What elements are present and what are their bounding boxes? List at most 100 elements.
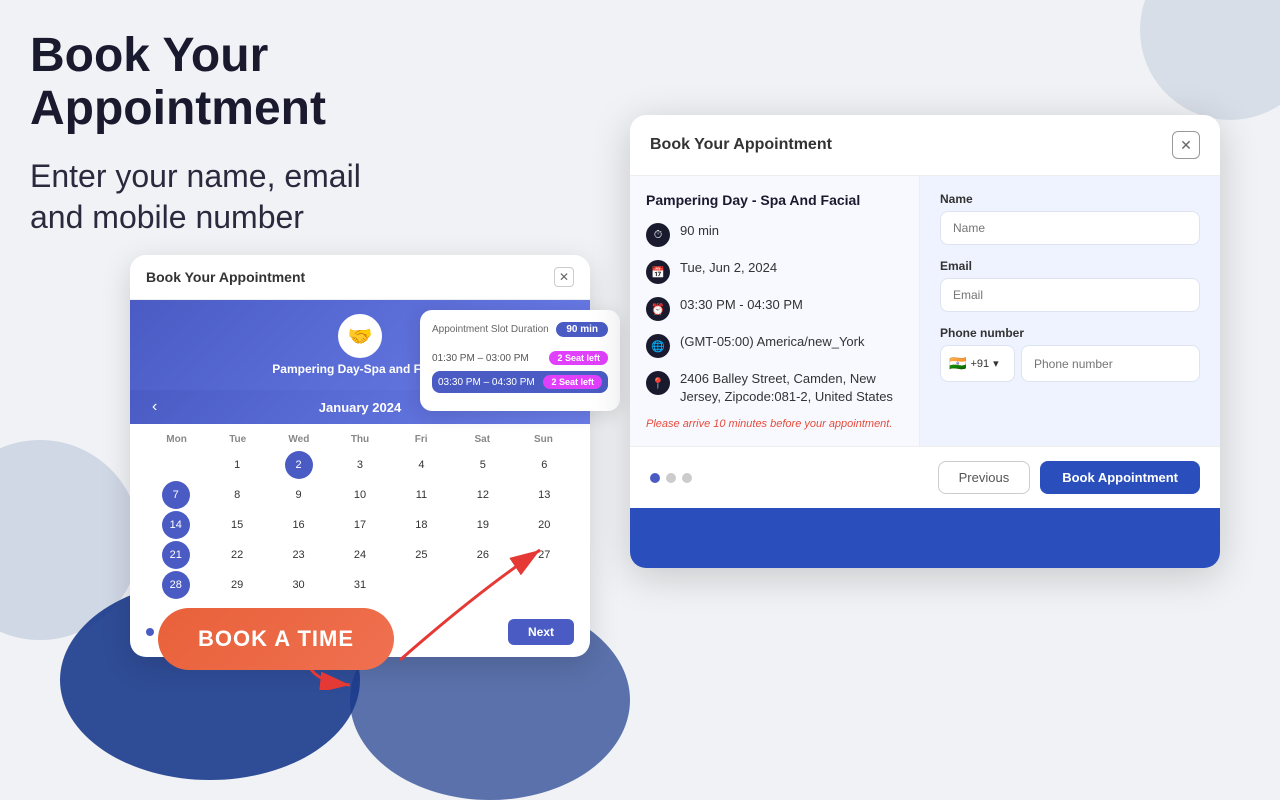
calendar-day[interactable]: 5: [469, 451, 497, 479]
book-time-button[interactable]: BOOK A TIME: [158, 608, 394, 670]
calendar-day[interactable]: 20: [530, 511, 558, 539]
detail-duration: 90 min: [680, 222, 719, 240]
calendar-day[interactable]: 10: [346, 481, 374, 509]
prev-month-button[interactable]: ‹: [146, 396, 163, 418]
calendar-day[interactable]: 15: [223, 511, 251, 539]
calendar-day[interactable]: 26: [469, 541, 497, 569]
calendar-day[interactable]: 29: [223, 571, 251, 599]
calendar-day: [162, 451, 190, 479]
step-dot-1: [146, 628, 154, 636]
footer-step-dots: [650, 473, 692, 483]
footer-dot-2: [666, 473, 676, 483]
calendar-modal-title: Book Your Appointment: [146, 269, 305, 285]
appointment-details: Pampering Day - Spa And Facial ⏱ 90 min …: [630, 176, 920, 446]
slot-duration-badge: 90 min: [556, 322, 608, 337]
detail-row-address: 📍 2406 Balley Street, Camden, New Jersey…: [646, 370, 903, 406]
calendar-day[interactable]: 6: [530, 451, 558, 479]
calendar-day[interactable]: 12: [469, 481, 497, 509]
previous-button[interactable]: Previous: [938, 461, 1031, 494]
calendar-day[interactable]: 24: [346, 541, 374, 569]
calendar-day[interactable]: 13: [530, 481, 558, 509]
calendar-day[interactable]: 30: [285, 571, 313, 599]
calendar-day[interactable]: 1: [223, 451, 251, 479]
phone-group: Phone number 🇮🇳 +91 ▾: [940, 326, 1200, 382]
detail-row-timezone: 🌐 (GMT-05:00) America/new_York: [646, 333, 903, 358]
calendar-day[interactable]: 9: [285, 481, 313, 509]
calendar-days-grid: 1234567891011121314151617181920212223242…: [146, 451, 574, 599]
flag-icon: 🇮🇳: [949, 355, 966, 372]
slot-row-1[interactable]: 01:30 PM – 03:00 PM 2 Seat left: [432, 351, 608, 365]
calendar-day[interactable]: 27: [530, 541, 558, 569]
detail-row-duration: ⏱ 90 min: [646, 222, 903, 247]
timezone-icon: 🌐: [646, 334, 670, 358]
detail-timezone: (GMT-05:00) America/new_York: [680, 333, 864, 351]
phone-input[interactable]: [1021, 345, 1200, 382]
calendar-day[interactable]: 23: [285, 541, 313, 569]
calendar-day[interactable]: 28: [162, 571, 190, 599]
day-label-fri: Fri: [391, 432, 452, 447]
footer-actions: Previous Book Appointment: [938, 461, 1200, 494]
calendar-day[interactable]: 25: [407, 541, 435, 569]
calendar-day[interactable]: 3: [346, 451, 374, 479]
calendar-day[interactable]: 8: [223, 481, 251, 509]
email-group: Email: [940, 259, 1200, 312]
name-group: Name: [940, 192, 1200, 245]
phone-code: +91: [970, 358, 989, 370]
appointment-service-title: Pampering Day - Spa And Facial: [646, 192, 903, 208]
day-label-sun: Sun: [513, 432, 574, 447]
date-icon: 📅: [646, 260, 670, 284]
email-input[interactable]: [940, 278, 1200, 312]
next-button[interactable]: Next: [508, 619, 574, 645]
booking-modal-body: Pampering Day - Spa And Facial ⏱ 90 min …: [630, 176, 1220, 446]
booking-modal-title: Book Your Appointment: [650, 136, 832, 154]
footer-dot-1: [650, 473, 660, 483]
modal-bottom-bar: [630, 508, 1220, 568]
day-label-thu: Thu: [329, 432, 390, 447]
calendar-day[interactable]: 2: [285, 451, 313, 479]
calendar-day[interactable]: 4: [407, 451, 435, 479]
left-section: Book Your Appointment Enter your name, e…: [30, 30, 550, 239]
calendar-day[interactable]: 18: [407, 511, 435, 539]
detail-date: Tue, Jun 2, 2024: [680, 259, 777, 277]
calendar-modal-header: Book Your Appointment ✕: [130, 255, 590, 300]
calendar-day[interactable]: 21: [162, 541, 190, 569]
calendar-day[interactable]: 19: [469, 511, 497, 539]
slots-panel: Appointment Slot Duration 90 min 01:30 P…: [420, 310, 620, 411]
booking-form: Name Email Phone number 🇮🇳 +91 ▾: [920, 176, 1220, 446]
slot-1-time: 01:30 PM – 03:00 PM: [432, 353, 529, 364]
calendar-day[interactable]: 11: [407, 481, 435, 509]
calendar-day[interactable]: 16: [285, 511, 313, 539]
day-label-wed: Wed: [268, 432, 329, 447]
phone-input-group: 🇮🇳 +91 ▾: [940, 345, 1200, 382]
dropdown-arrow-icon: ▾: [993, 357, 999, 370]
calendar-day[interactable]: 31: [346, 571, 374, 599]
footer-dot-3: [682, 473, 692, 483]
bg-decoration-top: [1140, 0, 1280, 120]
sub-title: Enter your name, emailand mobile number: [30, 156, 550, 239]
slot-row-2[interactable]: 03:30 PM – 04:30 PM 2 Seat left: [432, 371, 608, 393]
calendar-day[interactable]: 22: [223, 541, 251, 569]
booking-modal: Book Your Appointment ✕ Pampering Day - …: [630, 115, 1220, 568]
calendar-grid: Mon Tue Wed Thu Fri Sat Sun 123456789101…: [130, 424, 590, 611]
avatar: 🤝: [338, 314, 382, 358]
slot-2-badge: 2 Seat left: [543, 375, 602, 389]
slot-1-badge: 2 Seat left: [549, 351, 608, 365]
book-appointment-button[interactable]: Book Appointment: [1040, 461, 1200, 494]
calendar-close-button[interactable]: ✕: [554, 267, 574, 287]
detail-row-time: ⏰ 03:30 PM - 04:30 PM: [646, 296, 903, 321]
duration-icon: ⏱: [646, 223, 670, 247]
country-select[interactable]: 🇮🇳 +91 ▾: [940, 345, 1015, 382]
location-icon: 📍: [646, 371, 670, 395]
calendar-days-header: Mon Tue Wed Thu Fri Sat Sun: [146, 432, 574, 447]
phone-label: Phone number: [940, 326, 1200, 340]
name-label: Name: [940, 192, 1200, 206]
calendar-day[interactable]: 7: [162, 481, 190, 509]
main-title: Book Your Appointment: [30, 30, 550, 136]
day-label-tue: Tue: [207, 432, 268, 447]
slots-title: Appointment Slot Duration: [432, 324, 549, 335]
calendar-day[interactable]: 17: [346, 511, 374, 539]
name-input[interactable]: [940, 211, 1200, 245]
detail-address: 2406 Balley Street, Camden, New Jersey, …: [680, 370, 903, 406]
calendar-day[interactable]: 14: [162, 511, 190, 539]
booking-close-button[interactable]: ✕: [1172, 131, 1200, 159]
